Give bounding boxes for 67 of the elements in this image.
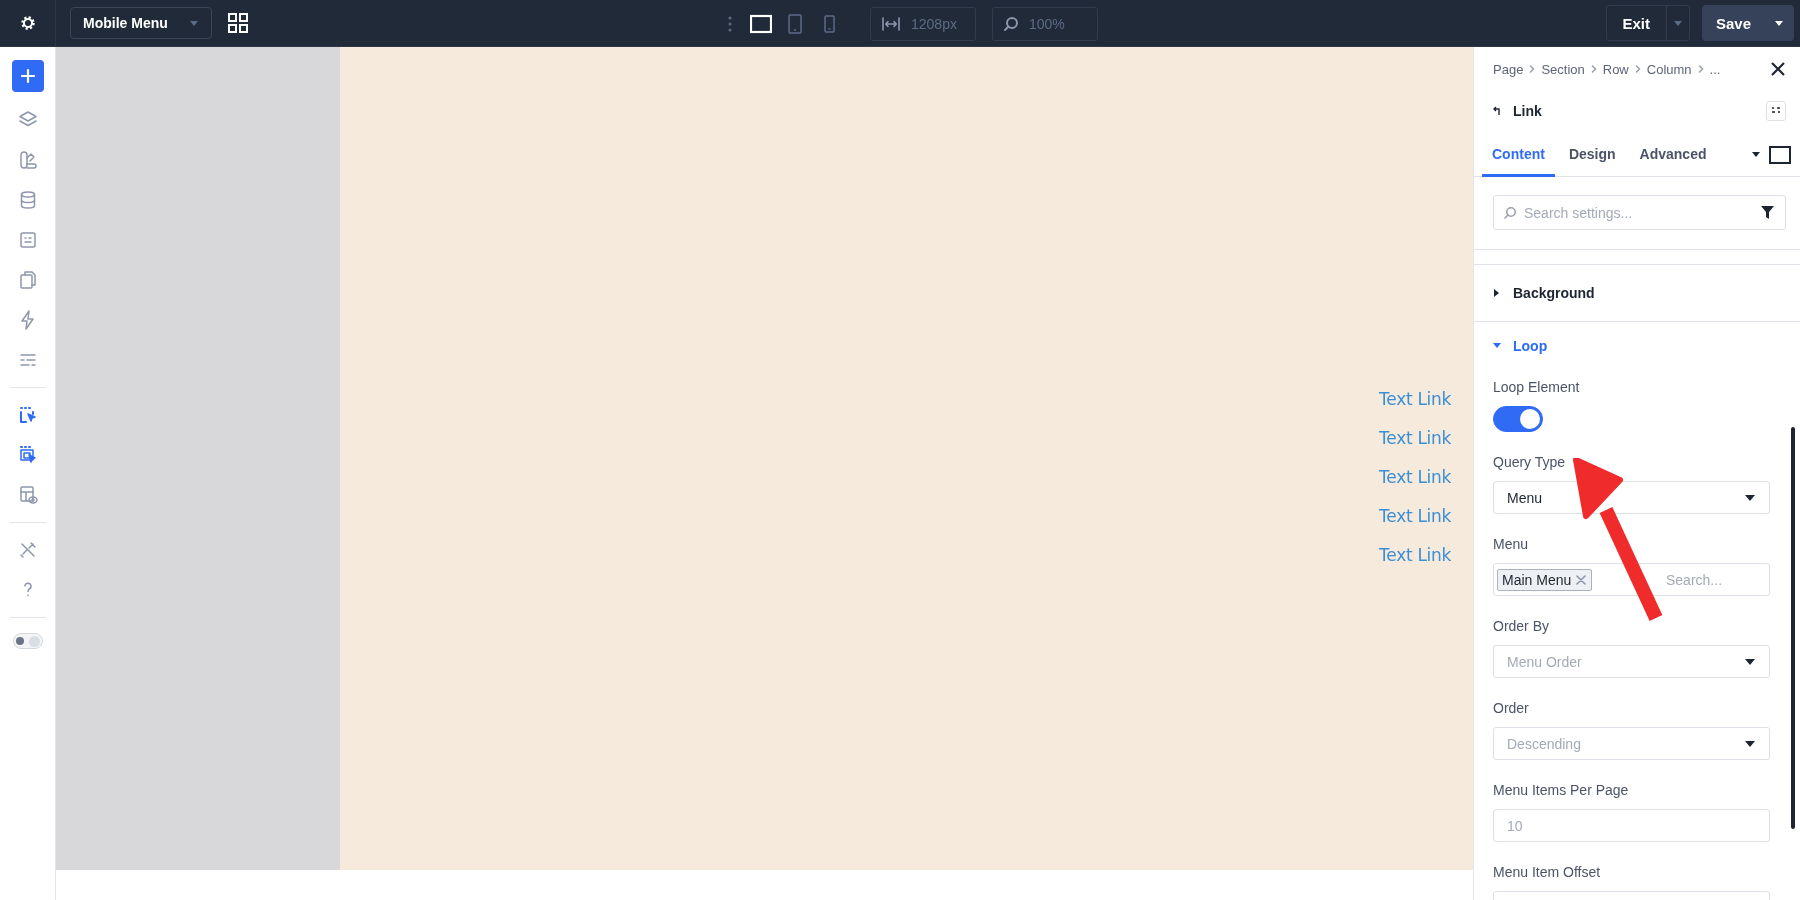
desktop-icon xyxy=(1769,145,1791,164)
sliders-icon xyxy=(1771,107,1781,115)
desktop-view-button[interactable] xyxy=(1769,145,1791,164)
add-button[interactable] xyxy=(11,60,44,92)
width-icon xyxy=(881,15,901,32)
caret-icon xyxy=(1744,493,1756,502)
grid-icon xyxy=(228,13,248,33)
presets-button[interactable] xyxy=(1766,101,1786,121)
scrollbar[interactable] xyxy=(1791,427,1795,829)
more-icon xyxy=(728,15,732,32)
chevron-icon xyxy=(1529,65,1536,73)
field-label: Menu Items Per Page xyxy=(1493,782,1630,798)
breadcrumb-link[interactable]: Column xyxy=(1646,61,1692,77)
caret-icon xyxy=(1493,342,1501,350)
filter-button[interactable] xyxy=(1761,206,1774,219)
caret-icon xyxy=(1751,151,1761,158)
select-icon xyxy=(17,405,38,425)
gear-icon xyxy=(18,14,37,32)
field-label: Order xyxy=(1493,700,1530,716)
field-label: Order By xyxy=(1493,618,1550,634)
multi-select-icon xyxy=(17,445,38,465)
layout-dropdown[interactable]: Mobile Menu xyxy=(70,7,212,39)
save-button[interactable]: Save xyxy=(1702,5,1794,41)
filter-icon xyxy=(1761,206,1774,219)
remove-icon xyxy=(1576,574,1587,585)
form-icon xyxy=(17,230,38,250)
breadcrumb-link[interactable]: ... xyxy=(1709,61,1721,77)
caret-icon xyxy=(1493,289,1501,297)
breadcrumb-link[interactable]: Page xyxy=(1493,61,1524,77)
chevron-icon xyxy=(1590,65,1597,73)
magnifier-icon xyxy=(1003,15,1019,32)
tab[interactable]: Advanced xyxy=(1629,133,1717,177)
search-icon xyxy=(1503,206,1517,220)
tag-chip[interactable]: Main Menu xyxy=(1497,568,1593,591)
caret-icon xyxy=(1744,657,1756,666)
tab[interactable]: Design xyxy=(1558,133,1626,177)
field-label: Menu xyxy=(1493,536,1530,552)
tools-icon xyxy=(17,540,38,560)
text-input-field[interactable]: 10 xyxy=(1493,809,1770,842)
toggle-switch[interactable] xyxy=(1493,406,1543,432)
element-title: Link xyxy=(1513,103,1543,119)
search-field[interactable]: Search settings... xyxy=(1493,195,1786,230)
field-label: Query Type xyxy=(1493,454,1567,470)
field-label: Loop Element xyxy=(1493,379,1581,395)
phone-icon xyxy=(823,14,835,33)
breadcrumb-link[interactable]: Section xyxy=(1541,61,1585,77)
section-toggle[interactable]: Background xyxy=(1474,265,1800,321)
tab[interactable]: Content xyxy=(1482,133,1555,177)
pages-icon xyxy=(17,270,38,290)
section-toggle[interactable]: Loop xyxy=(1474,322,1800,370)
grid-button[interactable] xyxy=(226,11,250,35)
back-icon xyxy=(1493,106,1503,116)
caret-icon xyxy=(1774,19,1784,27)
breadcrumb-link[interactable]: Row xyxy=(1602,61,1629,77)
caret-icon xyxy=(1673,19,1683,27)
layout-preview-icon xyxy=(17,485,38,505)
chevron-icon xyxy=(1634,65,1641,73)
chevron-icon xyxy=(1697,65,1704,73)
caret-icon xyxy=(189,19,199,27)
mode-toggle[interactable] xyxy=(12,633,43,649)
close-button[interactable] xyxy=(1770,61,1786,77)
desktop-icon xyxy=(750,13,772,34)
close-icon xyxy=(1771,62,1785,76)
caret-icon xyxy=(1744,739,1756,748)
field-label: Menu Item Offset xyxy=(1493,864,1602,880)
shapes-icon xyxy=(17,150,38,170)
tablet-icon xyxy=(788,13,802,34)
